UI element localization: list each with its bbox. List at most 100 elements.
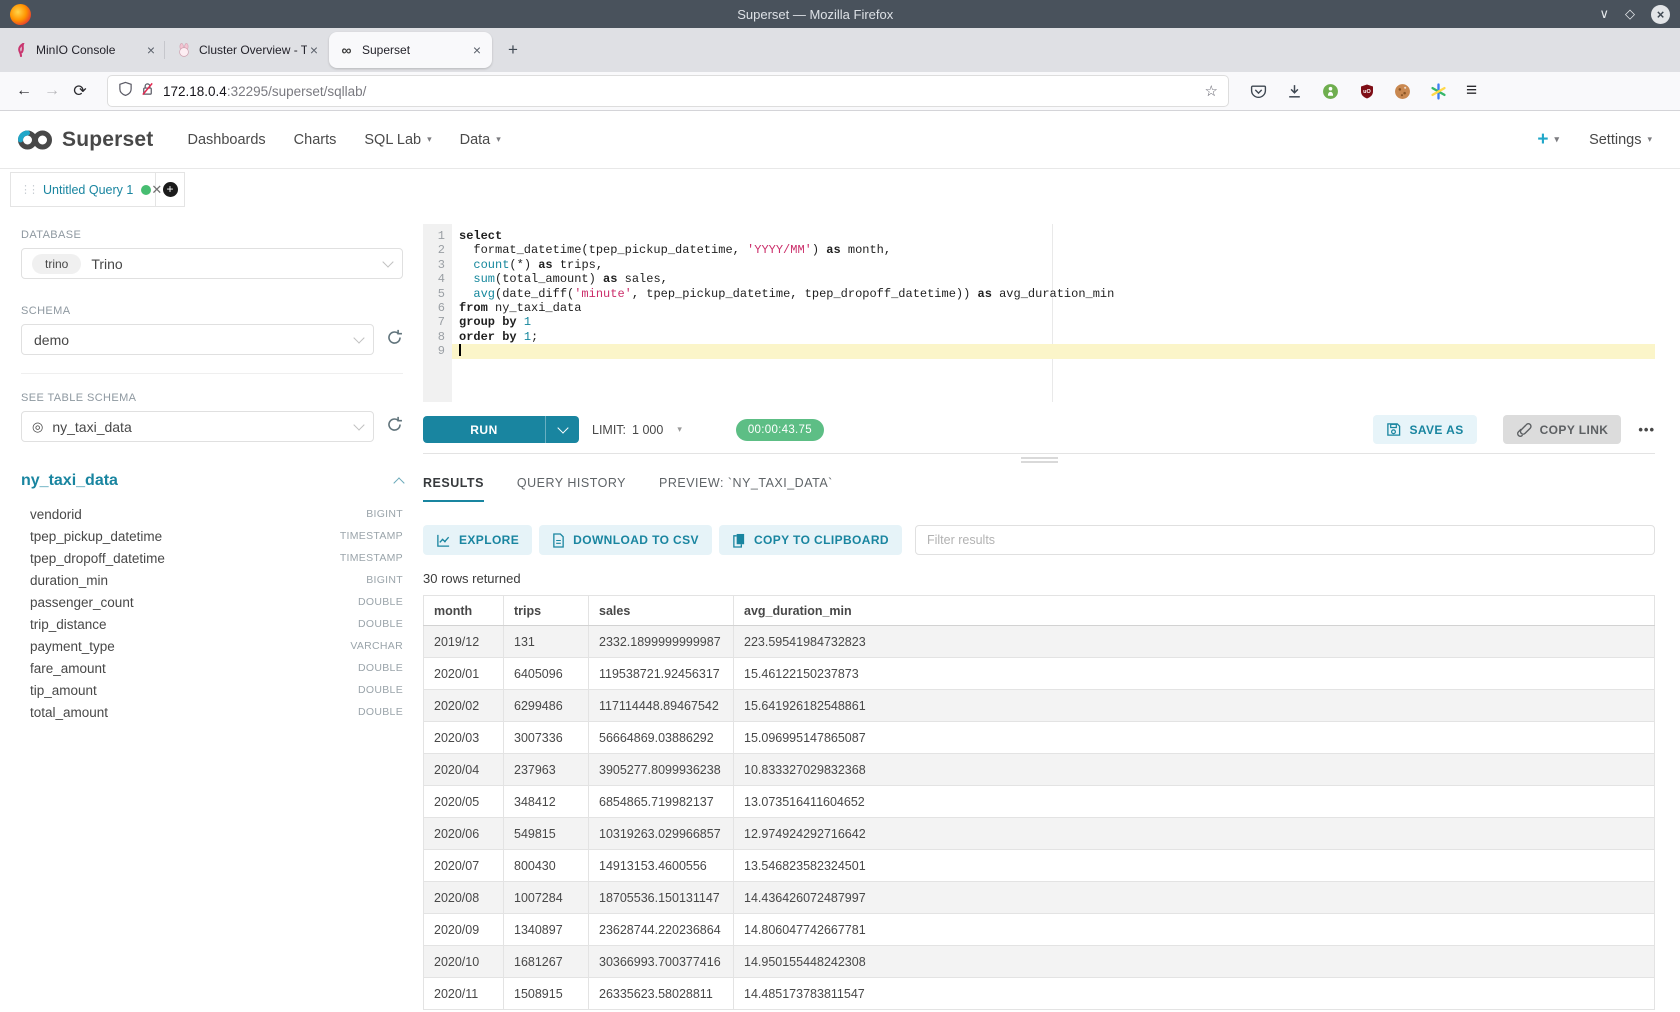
menu-icon[interactable]: ≡ [1466,80,1477,102]
run-label[interactable]: RUN [423,416,545,443]
nav-item-sql-lab[interactable]: SQL Lab▾ [350,132,445,148]
run-options-button[interactable] [545,416,579,443]
save-as-button[interactable]: SAVE AS [1373,415,1476,444]
header-cell: trips [504,596,589,626]
schema-column-row: fare_amountDOUBLE [21,657,403,679]
table-row: 2020/08100728418705536.15013114714.43642… [424,882,1655,914]
nav-item-data[interactable]: Data▾ [446,132,515,148]
table-cell: 2020/02 [424,690,504,722]
new-tab-button[interactable]: + [500,38,526,62]
column-name: tpep_dropoff_datetime [30,551,165,566]
drag-handle-icon[interactable]: ⋮⋮ [20,183,36,196]
filter-results-input[interactable] [915,525,1655,555]
database-label: DATABASE [21,229,403,241]
code-line: group by 1 [452,315,1655,329]
cookie-ext-icon[interactable] [1394,83,1411,100]
run-button[interactable]: RUN [423,416,579,443]
new-query-tab-button[interactable]: + [156,172,185,207]
copy-clipboard-button[interactable]: COPY TO CLIPBOARD [719,525,902,555]
database-select[interactable]: trino Trino [21,248,403,279]
limit-dropdown[interactable]: LIMIT: 1 000 ▾ [592,423,682,437]
schema-value: demo [34,332,69,348]
nav-item-charts[interactable]: Charts [280,132,351,148]
browser-tab-trino[interactable]: Cluster Overview - Trino × [166,32,329,68]
code-line: select [452,229,1655,243]
forward-icon[interactable]: → [38,82,66,100]
header-cell: avg_duration_min [734,596,1655,626]
query-status-dot [141,185,151,195]
table-cell: 2020/01 [424,658,504,690]
table-cell: 6854865.719982137 [589,786,734,818]
superset-logo[interactable]: Superset [16,128,153,152]
query-tab-active[interactable]: ⋮⋮ Untitled Query 1 ✕ [10,172,156,207]
url-text[interactable]: 172.18.0.4:32295/superset/sqllab/ [163,84,1205,99]
limit-label: LIMIT: [592,423,626,437]
tab-preview[interactable]: PREVIEW: `NY_TAXI_DATA` [659,476,833,500]
header-cell: month [424,596,504,626]
ublock-icon[interactable]: uO [1358,83,1375,100]
resize-handle-icon[interactable] [1021,457,1058,463]
line-number: 8 [423,330,452,344]
window-minimize-icon[interactable]: ∨ [1599,6,1609,22]
column-type: DOUBLE [358,662,403,674]
table-cell: 131 [504,626,589,658]
editor-gutter: 123456789 [423,224,452,402]
line-number: 6 [423,301,452,315]
back-icon[interactable]: ← [10,82,38,100]
lock-disabled-icon[interactable] [140,81,155,102]
svg-text:uO: uO [1363,89,1371,95]
window-close-icon[interactable]: × [1651,5,1670,24]
pocket-icon[interactable] [1250,83,1267,100]
table-cell: 18705536.150131147 [589,882,734,914]
tab-close-icon[interactable]: × [144,42,158,58]
schema-select[interactable]: demo [21,324,374,355]
line-number: 9 [423,344,452,358]
nav-item-dashboards[interactable]: Dashboards [173,132,279,148]
tab-results[interactable]: RESULTS [423,476,484,502]
editor-toolbar: RUN LIMIT: 1 000 ▾ 00:00:43.75 SAVE AS [423,415,1655,444]
query-tab-label: Untitled Query 1 [43,183,133,197]
schema-column-row: vendoridBIGINT [21,503,403,525]
new-dropdown-button[interactable]: +▾ [1537,129,1559,151]
tab-close-icon[interactable]: × [470,42,484,58]
copy-link-button[interactable]: COPY LINK [1503,415,1622,444]
table-select[interactable]: ◎ ny_taxi_data [21,411,374,442]
refresh-tables-icon[interactable] [386,416,403,438]
database-engine-pill: trino [32,254,81,274]
table-cell: 15.641926182548861 [734,690,1655,722]
download-icon[interactable] [1286,83,1303,100]
browser-tab-superset[interactable]: ∞ Superset × [329,32,492,68]
pane-divider[interactable] [423,453,1655,463]
editor-code[interactable]: select format_datetime(tpep_pickup_datet… [452,224,1655,402]
reload-icon[interactable]: ⟳ [66,81,94,101]
table-cell: 2332.1899999999987 [589,626,734,658]
window-maximize-icon[interactable]: ◇ [1625,6,1635,22]
table-cell: 800430 [504,850,589,882]
line-number: 4 [423,272,452,286]
refresh-schemas-icon[interactable] [386,329,403,351]
bookmark-star-icon[interactable]: ☆ [1205,82,1218,100]
sql-editor[interactable]: 123456789 select format_datetime(tpep_pi… [423,224,1655,402]
explore-button[interactable]: EXPLORE [423,525,532,555]
window-title: Superset — Mozilla Firefox [31,7,1599,22]
asterisk-ext-icon[interactable] [1430,83,1447,100]
extension-green-icon[interactable] [1322,83,1339,100]
tab-query-history[interactable]: QUERY HISTORY [517,476,626,500]
window-titlebar: Superset — Mozilla Firefox ∨ ◇ × [0,0,1680,28]
table-cell: 1007284 [504,882,589,914]
table-row: 2020/016405096119538721.9245631715.46122… [424,658,1655,690]
table-schema-card-header[interactable]: ny_taxi_data [21,472,403,490]
table-row: 2020/042379633905277.809993623810.833327… [424,754,1655,786]
save-icon [1386,422,1401,437]
url-bar[interactable]: 172.18.0.4:32295/superset/sqllab/ ☆ [108,76,1228,106]
download-csv-button[interactable]: DOWNLOAD TO CSV [539,525,712,555]
code-line [452,344,1655,358]
table-cell: 348412 [504,786,589,818]
settings-menu[interactable]: Settings▾ [1589,132,1652,148]
more-options-icon[interactable]: ••• [1638,422,1655,437]
tab-close-icon[interactable]: × [307,42,321,58]
shield-icon[interactable] [118,81,133,102]
table-cell: 15.096995147865087 [734,722,1655,754]
collapse-chevron-icon[interactable] [393,477,404,488]
browser-tab-minio[interactable]: MinIO Console × [3,32,166,68]
